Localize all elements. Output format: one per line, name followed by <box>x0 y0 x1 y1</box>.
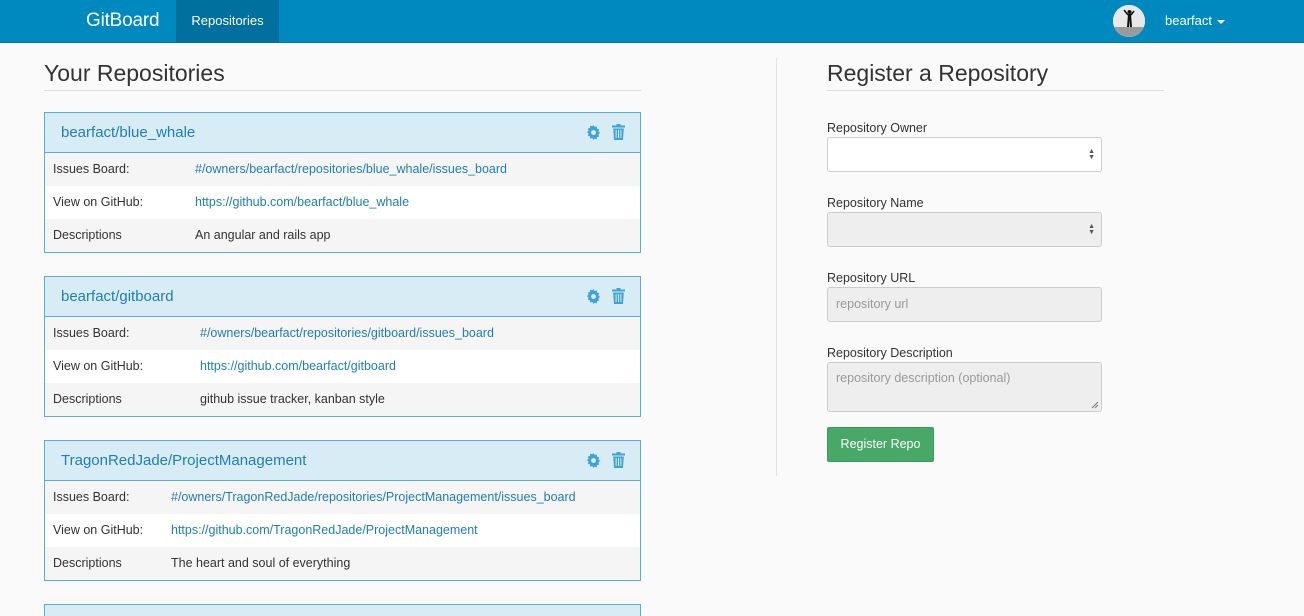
gear-icon[interactable] <box>586 125 601 140</box>
description-text: github issue tracker, kanban style <box>200 392 385 406</box>
register-heading: Register a Repository <box>827 60 1049 86</box>
column-divider <box>776 58 777 476</box>
repo-title-link[interactable]: bearfact/gitboard <box>61 277 174 317</box>
github-row: View on GitHub: https://github.com/Trago… <box>45 514 640 547</box>
description-text: The heart and soul of everything <box>171 556 351 570</box>
github-row: View on GitHub: https://github.com/bearf… <box>45 186 640 219</box>
gear-icon[interactable] <box>586 453 601 468</box>
owner-label: Repository Owner <box>827 121 928 135</box>
issues-board-row: Issues Board: #/owners/bearfact/reposito… <box>45 317 640 350</box>
github-label: View on GitHub: <box>53 523 144 537</box>
github-link[interactable]: https://github.com/bearfact/blue_whale <box>195 186 409 219</box>
heading-divider <box>827 90 1164 91</box>
issues-board-row: Issues Board: #/owners/bearfact/reposito… <box>45 153 640 186</box>
url-placeholder: repository url <box>836 297 909 311</box>
description-label: Descriptions <box>53 392 122 406</box>
description-row: Descriptions github issue tracker, kanba… <box>45 383 640 416</box>
repo-panel: bearfact/blue_whale Issues Board: #/owne… <box>44 112 641 253</box>
description-text: An angular and rails app <box>195 228 331 242</box>
url-input[interactable]: repository url <box>827 287 1102 322</box>
trash-icon[interactable] <box>612 288 625 304</box>
github-label: View on GitHub: <box>53 359 144 373</box>
register-repo-button[interactable]: Register Repo <box>827 427 934 462</box>
name-select[interactable]: ▲ ▼ <box>827 212 1102 247</box>
user-menu[interactable]: bearfact <box>1165 0 1225 43</box>
select-arrows-icon: ▲ ▼ <box>1088 222 1095 236</box>
github-link[interactable]: https://github.com/bearfact/gitboard <box>200 350 396 383</box>
name-label: Repository Name <box>827 196 924 210</box>
github-row: View on GitHub: https://github.com/bearf… <box>45 350 640 383</box>
issues-board-row: Issues Board: #/owners/TragonRedJade/rep… <box>45 481 640 514</box>
github-label: View on GitHub: <box>53 195 144 209</box>
description-field-label: Repository Description <box>827 346 953 360</box>
description-placeholder: repository description (optional) <box>836 371 1011 385</box>
issues-board-link[interactable]: #/owners/TragonRedJade/repositories/Proj… <box>171 481 576 514</box>
heading-divider <box>44 90 641 91</box>
repo-panel-header <box>45 605 640 616</box>
issues-board-label: Issues Board: <box>53 162 130 176</box>
user-avatar[interactable] <box>1113 5 1145 37</box>
repo-panel-header: bearfact/blue_whale <box>45 113 640 153</box>
description-label: Descriptions <box>53 556 122 570</box>
repo-panel: TragonRedJade/ProjectManagement Issues B… <box>44 440 641 581</box>
gear-icon[interactable] <box>586 289 601 304</box>
issues-board-link[interactable]: #/owners/bearfact/repositories/blue_whal… <box>195 153 507 186</box>
trash-icon[interactable] <box>612 452 625 468</box>
repo-title-link[interactable]: bearfact/blue_whale <box>61 113 195 153</box>
description-label: Descriptions <box>53 228 122 242</box>
caret-down-icon <box>1216 19 1225 24</box>
your-repositories-heading: Your Repositories <box>44 60 225 86</box>
github-link[interactable]: https://github.com/TragonRedJade/Project… <box>171 514 478 547</box>
issues-board-link[interactable]: #/owners/bearfact/repositories/gitboard/… <box>200 317 494 350</box>
repo-panel: bearfact/gitboard Issues Board: #/owners… <box>44 276 641 417</box>
top-navbar: GitBoard Repositories bearfact <box>0 0 1304 43</box>
brand-logo[interactable]: GitBoard <box>86 0 160 43</box>
issues-board-label: Issues Board: <box>53 326 130 340</box>
issues-board-label: Issues Board: <box>53 490 130 504</box>
tab-repositories[interactable]: Repositories <box>176 0 279 43</box>
username-label: bearfact <box>1165 13 1212 28</box>
url-label: Repository URL <box>827 271 916 285</box>
select-arrows-icon: ▲ ▼ <box>1088 147 1095 161</box>
description-textarea[interactable]: repository description (optional) <box>827 362 1102 412</box>
repo-panel-header: bearfact/gitboard <box>45 277 640 317</box>
repo-panel-header: TragonRedJade/ProjectManagement <box>45 441 640 481</box>
owner-select[interactable]: ▲ ▼ <box>827 137 1102 172</box>
resize-handle-icon[interactable] <box>1091 401 1099 409</box>
repo-title-link[interactable]: TragonRedJade/ProjectManagement <box>61 441 306 481</box>
description-row: Descriptions The heart and soul of every… <box>45 547 640 580</box>
description-row: Descriptions An angular and rails app <box>45 219 640 252</box>
repo-panel <box>44 604 641 616</box>
trash-icon[interactable] <box>612 124 625 140</box>
